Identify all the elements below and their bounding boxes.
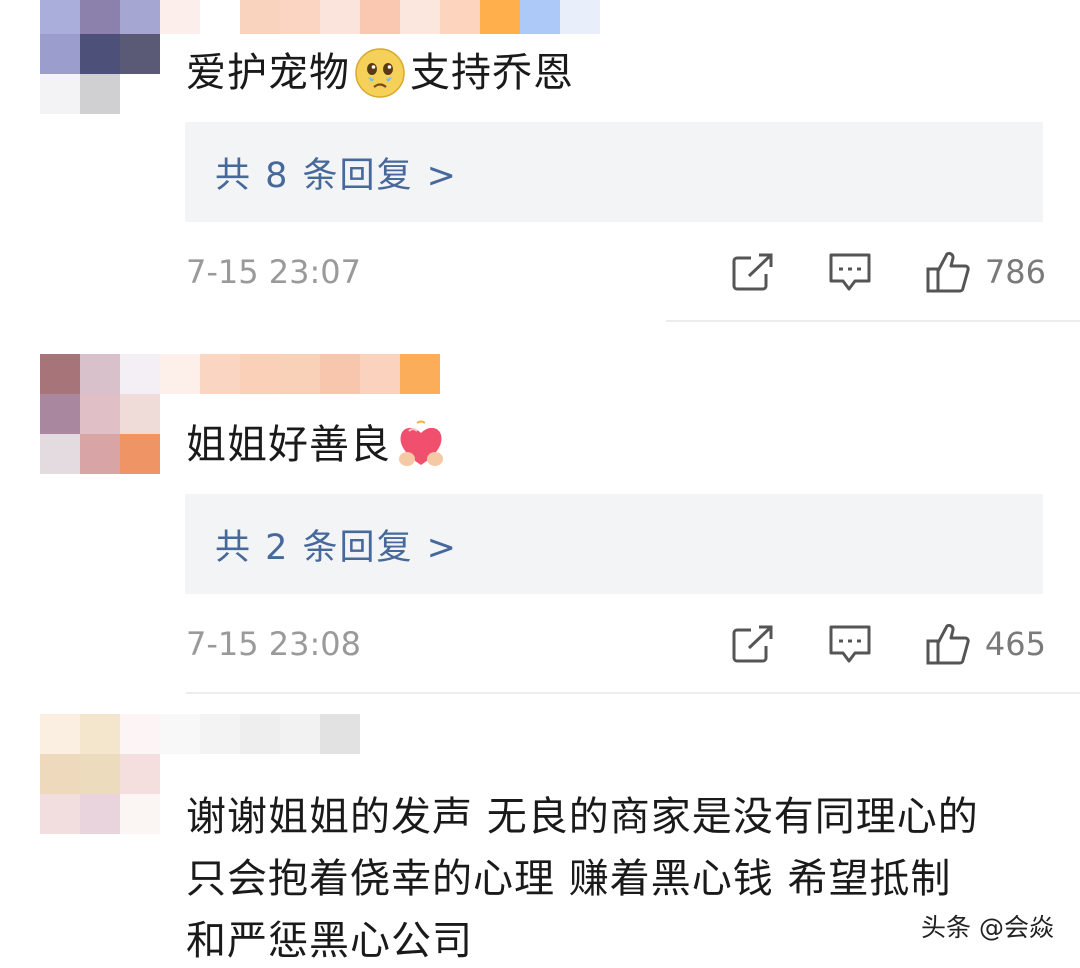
username-pixel <box>360 354 400 394</box>
watermark: 头条 @会焱 <box>921 913 1054 942</box>
comment-text-line-2: 只会抱着侥幸的心理 赚着黑心钱 希望抵制 <box>186 856 952 902</box>
username-pixel <box>280 354 320 394</box>
timestamp: 7-15 23:08 <box>186 625 362 663</box>
thumbs-up-icon[interactable] <box>925 622 971 666</box>
divider <box>186 692 1080 694</box>
avatar-pixel <box>120 794 160 834</box>
avatar-pixel <box>80 754 120 794</box>
avatar-pixel <box>80 74 120 114</box>
comment-text-line-1: 谢谢姐姐的发声 无良的商家是没有同理心的 <box>186 794 979 840</box>
like-count: 465 <box>984 625 1046 663</box>
comment-actions: 465 <box>731 616 1046 672</box>
thumbs-up-icon[interactable] <box>925 250 971 294</box>
username-pixel <box>280 0 320 34</box>
view-replies-button[interactable]: 共 2 条回复 > <box>185 494 1043 594</box>
comment-text: 姐姐好善良 <box>186 418 451 472</box>
avatar-pixel <box>40 714 80 754</box>
avatar-pixel <box>120 714 160 754</box>
username-blurred[interactable] <box>160 714 360 754</box>
avatar[interactable] <box>40 714 160 834</box>
username-pixel <box>160 0 200 34</box>
avatar-pixel <box>120 394 160 434</box>
teary-face-icon <box>354 47 406 99</box>
username-pixel <box>200 714 240 754</box>
username-pixel <box>160 354 200 394</box>
avatar-pixel <box>120 434 160 474</box>
username-pixel <box>400 354 440 394</box>
avatar-pixel <box>80 394 120 434</box>
username-pixel <box>440 0 480 34</box>
username-pixel <box>160 714 200 754</box>
comment-text-line-3: 和严惩黑心公司 <box>186 918 473 964</box>
avatar-pixel <box>80 434 120 474</box>
avatar-pixel <box>40 0 80 34</box>
share-icon[interactable] <box>731 624 775 664</box>
username-pixel <box>200 0 240 34</box>
username-pixel <box>280 714 320 754</box>
replies-count-label: 共 2 条回复 > <box>215 527 458 568</box>
comment-text-part: 爱护宠物 <box>186 50 350 96</box>
divider <box>666 320 1080 322</box>
avatar-pixel <box>80 794 120 834</box>
heart-hands-icon <box>395 419 447 471</box>
avatar-pixel <box>40 434 80 474</box>
username-pixel <box>240 714 280 754</box>
comment-actions: 786 <box>731 244 1046 300</box>
username-pixel <box>320 0 360 34</box>
avatar-pixel <box>40 754 80 794</box>
comment-icon[interactable] <box>827 623 873 665</box>
username-pixel <box>240 354 280 394</box>
comment-meta: 7-15 23:07 786 <box>186 244 1046 300</box>
view-replies-button[interactable]: 共 8 条回复 > <box>185 122 1043 222</box>
username-pixel <box>480 0 520 34</box>
username-pixel <box>240 0 280 34</box>
username-pixel <box>320 714 360 754</box>
avatar-pixel <box>120 0 160 34</box>
avatar-pixel <box>80 714 120 754</box>
share-icon[interactable] <box>731 252 775 292</box>
username-pixel <box>560 0 600 34</box>
avatar-pixel <box>40 394 80 434</box>
avatar-pixel <box>40 34 80 74</box>
avatar-pixel <box>120 34 160 74</box>
avatar-pixel <box>80 0 120 34</box>
username-pixel <box>320 354 360 394</box>
like-count: 786 <box>984 253 1046 291</box>
avatar-pixel <box>40 794 80 834</box>
username-blurred[interactable] <box>160 0 600 34</box>
comment-meta: 7-15 23:08 465 <box>186 616 1046 672</box>
comment-text: 爱护宠物 支持乔恩 <box>186 46 574 100</box>
username-pixel <box>400 0 440 34</box>
username-pixel <box>200 354 240 394</box>
avatar-pixel <box>120 754 160 794</box>
timestamp: 7-15 23:07 <box>186 253 362 291</box>
avatar[interactable] <box>40 354 160 474</box>
username-pixel <box>360 0 400 34</box>
avatar-pixel <box>120 354 160 394</box>
comment-text-part: 支持乔恩 <box>410 50 574 96</box>
avatar-pixel <box>120 74 160 114</box>
avatar[interactable] <box>40 0 160 114</box>
avatar-pixel <box>80 34 120 74</box>
replies-count-label: 共 8 条回复 > <box>215 155 458 196</box>
username-blurred[interactable] <box>160 354 440 394</box>
avatar-pixel <box>40 74 80 114</box>
comment-icon[interactable] <box>827 251 873 293</box>
avatar-pixel <box>40 354 80 394</box>
username-pixel <box>520 0 560 34</box>
comment-text-part: 姐姐好善良 <box>186 422 391 468</box>
avatar-pixel <box>80 354 120 394</box>
